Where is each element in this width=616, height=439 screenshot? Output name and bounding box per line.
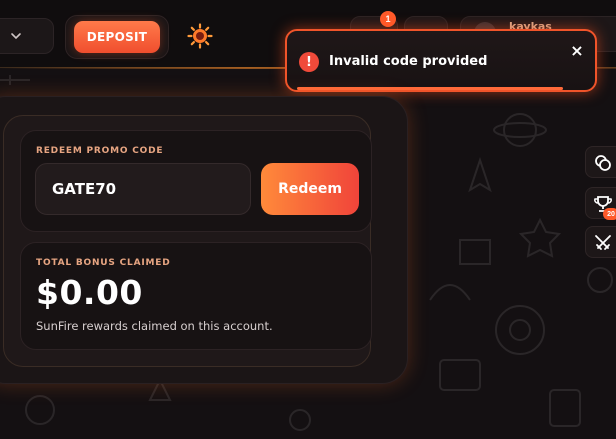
error-toast: ! Invalid code provided × [285, 29, 597, 92]
toast-progress-bar [297, 87, 563, 90]
close-icon[interactable]: × [567, 41, 587, 61]
sun-logo-icon[interactable] [187, 23, 213, 49]
toast-message: Invalid code provided [329, 54, 488, 69]
deposit-container: DEPOSIT [65, 15, 169, 59]
bonus-note: SunFire rewards claimed on this account. [36, 319, 273, 333]
redeem-promo-card: REDEEM PROMO CODE Redeem [20, 130, 372, 232]
battles-button[interactable] [585, 226, 616, 258]
notification-count-badge: 1 [380, 11, 396, 27]
redeem-promo-label: REDEEM PROMO CODE [36, 146, 164, 156]
rail-count-badge: 20 [603, 208, 616, 220]
deposit-button[interactable]: DEPOSIT [74, 21, 160, 53]
coins-button[interactable] [585, 146, 616, 178]
bonus-amount: $0.00 [36, 273, 143, 312]
promo-panel-inner: REDEEM PROMO CODE Redeem TOTAL BONUS CLA… [3, 115, 372, 367]
redeem-button[interactable]: Redeem [261, 163, 359, 215]
promo-code-input[interactable] [35, 163, 251, 215]
bonus-claimed-label: TOTAL BONUS CLAIMED [36, 258, 171, 268]
promo-panel: REDEEM PROMO CODE Redeem TOTAL BONUS CLA… [0, 96, 408, 384]
error-icon: ! [299, 52, 319, 72]
wallet-selector[interactable] [0, 18, 54, 54]
coins-icon [595, 155, 611, 171]
bonus-claimed-card: TOTAL BONUS CLAIMED $0.00 SunFire reward… [20, 242, 372, 350]
chevron-down-icon [11, 33, 21, 40]
swords-icon [595, 235, 611, 250]
